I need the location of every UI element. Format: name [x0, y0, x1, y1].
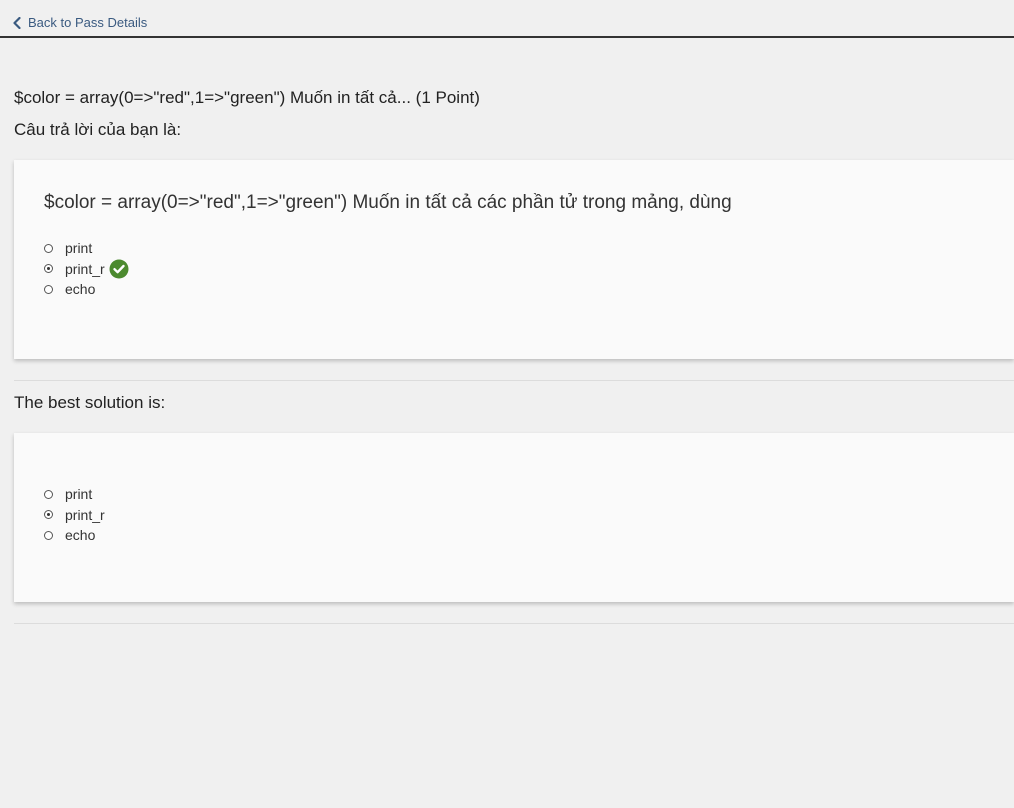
- radio-button: [44, 489, 53, 499]
- your-answer-options: print print_r echo: [44, 238, 129, 300]
- option-label: print: [65, 240, 93, 257]
- option-label: echo: [65, 281, 96, 298]
- option-label: print: [65, 486, 93, 503]
- chevron-left-icon: [13, 16, 21, 29]
- section-divider: [14, 380, 1014, 381]
- radio-button: [44, 530, 53, 540]
- option-label: echo: [65, 527, 96, 544]
- option-label: print_r: [65, 260, 105, 277]
- option-print-r: print_r: [44, 259, 129, 280]
- top-bar: Back to Pass Details: [0, 0, 1014, 38]
- back-to-pass-details-link[interactable]: Back to Pass Details: [12, 15, 147, 30]
- option-print: print: [44, 484, 105, 505]
- radio-button: [44, 243, 53, 253]
- your-answer-label: Câu trả lời của bạn là:: [14, 120, 182, 139]
- radio-button-selected: [44, 510, 53, 520]
- checkmark-circle-icon: [109, 259, 129, 279]
- best-solution-label: The best solution is:: [14, 393, 166, 412]
- best-solution-card: print print_r echo: [14, 433, 1014, 602]
- option-echo: echo: [44, 279, 129, 300]
- radio-button-selected: [44, 264, 53, 274]
- option-echo: echo: [44, 525, 105, 546]
- section-divider: [14, 623, 1014, 624]
- question-text: $color = array(0=>"red",1=>"green") Muốn…: [44, 192, 732, 213]
- option-label: print_r: [65, 506, 105, 523]
- best-solution-options: print print_r echo: [44, 484, 105, 546]
- radio-button: [44, 284, 53, 294]
- question-title: $color = array(0=>"red",1=>"green") Muốn…: [14, 88, 480, 107]
- your-answer-card: $color = array(0=>"red",1=>"green") Muốn…: [14, 160, 1014, 359]
- back-link-label: Back to Pass Details: [28, 15, 148, 30]
- option-print: print: [44, 238, 129, 259]
- option-print-r: print_r: [44, 505, 105, 526]
